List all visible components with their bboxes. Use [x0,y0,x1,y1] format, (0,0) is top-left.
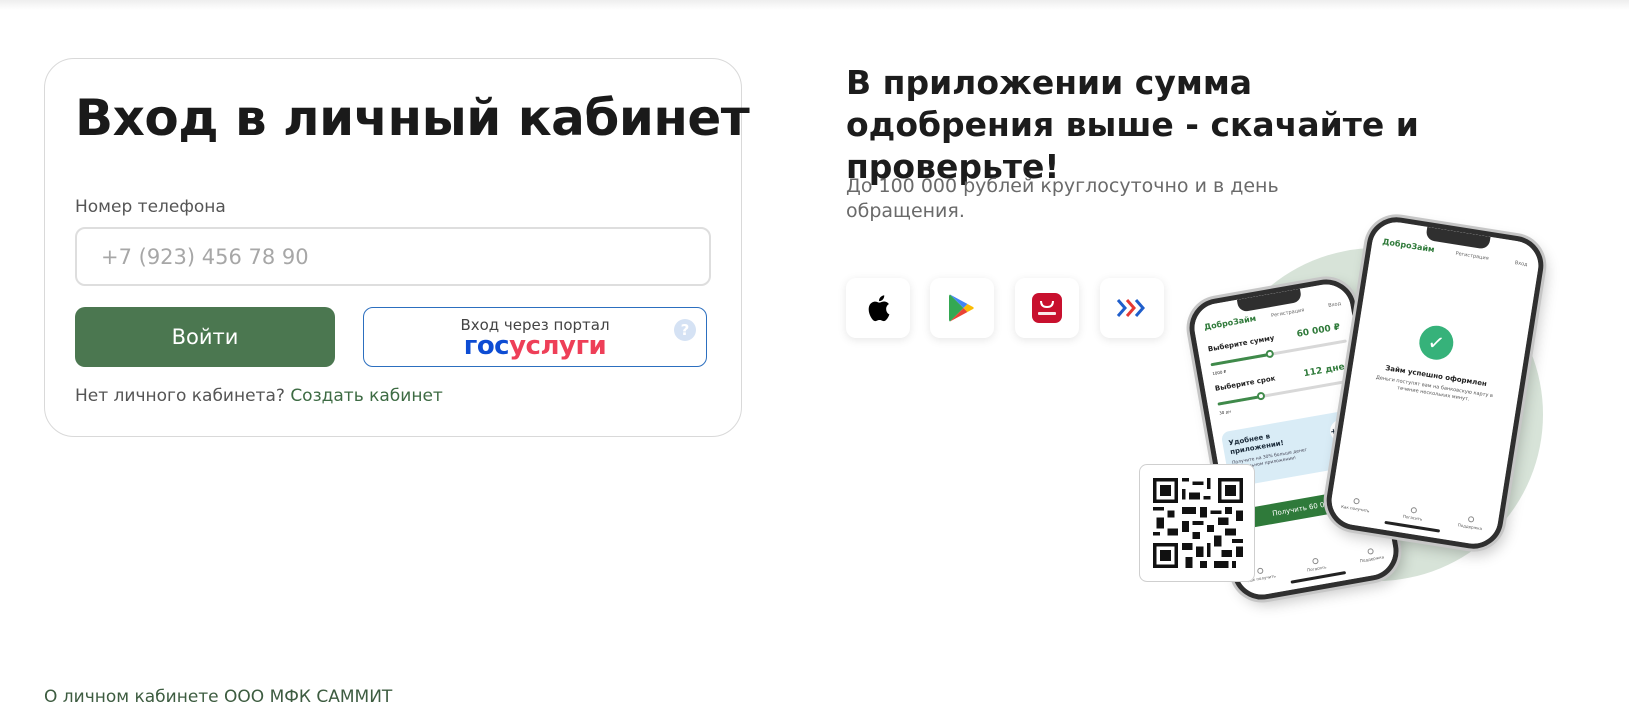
tab-icon [1311,557,1319,565]
tab-icon [1256,567,1264,575]
phone-input[interactable] [75,227,711,286]
rustore-button[interactable] [1100,278,1164,338]
create-account-link[interactable]: Создать кабинет [290,386,443,406]
tab-icon [1353,497,1360,505]
amount-slider-fill [1210,352,1271,367]
app-register-link: Регистрация [1455,250,1490,262]
rustore-icon [1116,299,1145,317]
top-shadow [0,0,1629,10]
app-tab-how: Как получить [1338,496,1374,514]
app-logo: ДоброЗайм [1203,313,1257,332]
amount-value: 60 000 ₽ [1296,322,1341,340]
apple-icon [868,295,890,322]
gosuslugi-logo-uslugi: услуги [509,331,607,361]
gosuslugi-logo-gos: гос [463,331,510,361]
app-register-link: Регистрация [1270,307,1305,320]
app-tab-repay: Погасить [1395,505,1431,523]
promo-title: В приложении сумма одобрения выше - скач… [846,63,1419,186]
tab-icon [1410,506,1418,514]
login-card: Вход в личный кабинет Номер телефона Вой… [44,58,750,437]
qr-code-icon [1153,478,1243,568]
app-tab-label: Поддержка [1457,522,1483,532]
app-tab-repay: Погасить [1298,555,1334,574]
login-title: Вход в личный кабинет [75,89,750,147]
app-store-button[interactable] [846,278,910,338]
app-logo: ДоброЗайм [1381,237,1436,255]
app-tab-label: Погасить [1402,513,1423,522]
phone-home-bar [1384,520,1441,533]
phone-home-bar [1290,571,1347,584]
term-slider-fill [1217,395,1262,406]
huawei-appgallery-button[interactable] [1015,278,1079,338]
success-check-icon: ✓ [1416,323,1456,363]
google-play-button[interactable] [930,278,994,338]
app-tab-label: Как получить [1340,503,1370,514]
term-slider-knob [1256,391,1266,401]
google-play-icon [949,294,974,322]
term-value: 112 дней [1302,361,1352,380]
app-tab-label: Погасить [1306,564,1327,573]
promo-subtitle: До 100 000 рублей круглосуточно и в день… [846,175,1279,222]
amount-label: Выберите сумму [1207,333,1275,354]
app-login-link: Вход [1514,260,1528,268]
amount-slider-knob [1265,349,1275,359]
term-label: Выберите срок [1214,374,1276,393]
no-account-row: Нет личного кабинета? Создать кабинет [75,386,443,406]
gosuslugi-logo: госуслуги [364,331,706,361]
help-icon[interactable]: ? [674,319,696,341]
phone-label: Номер телефона [75,197,226,217]
tab-icon [1467,515,1475,523]
app-tab-label: Поддержка [1359,554,1385,564]
term-min: 30 дн [1218,408,1232,416]
gosuslugi-login-button[interactable]: Вход через портал госуслуги ? [363,307,707,367]
no-account-text: Нет личного кабинета? [75,386,285,406]
login-button[interactable]: Войти [75,307,335,367]
app-tab-support: Поддержка [1453,514,1489,532]
about-cabinet-link[interactable]: О личном кабинете ООО МФК САММИТ [44,687,392,707]
huawei-appgallery-icon [1032,293,1062,323]
app-tab-support: Поддержка [1353,545,1389,564]
tab-icon [1367,547,1375,555]
app-download-qr [1139,464,1255,582]
amount-min: 1000 ₽ [1211,368,1227,377]
app-login-link: Вход [1327,300,1342,309]
